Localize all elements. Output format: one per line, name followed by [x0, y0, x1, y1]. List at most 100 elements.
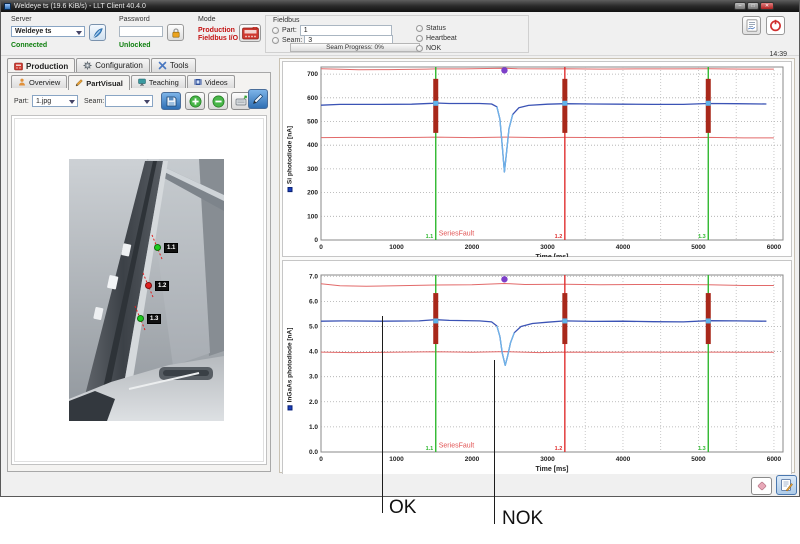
maximize-button[interactable]: □: [747, 2, 759, 10]
svg-text:100: 100: [307, 213, 318, 220]
car-frame-image: [69, 159, 224, 421]
pencil-icon: [75, 79, 83, 87]
toolbar-part-label: Part:: [14, 98, 29, 105]
weld-machine-icon: [242, 27, 259, 40]
chevron-down-icon: [69, 100, 75, 104]
title-bar: Weldeye ts (19.6 KiB/s) - LLT Client 40.…: [1, 1, 799, 12]
svg-text:1.0: 1.0: [309, 424, 318, 431]
minimize-button[interactable]: –: [734, 2, 746, 10]
password-group-label: Password: [119, 16, 150, 23]
svg-text:5000: 5000: [691, 456, 706, 463]
seam-marker-dot-1-1[interactable]: [154, 244, 161, 251]
clear-button[interactable]: [751, 477, 772, 495]
bottom-strip: [1, 474, 799, 496]
server-group-label: Server: [11, 16, 32, 23]
minus-icon: [212, 95, 225, 108]
nok-indicator: [416, 45, 423, 52]
server-connect-button[interactable]: [89, 24, 106, 41]
svg-text:700: 700: [307, 71, 318, 78]
svg-text:1000: 1000: [389, 456, 404, 463]
app-icon: [4, 3, 11, 10]
status-indicator: [416, 25, 423, 32]
fieldbus-group: Fieldbus Part: 1 Seam: 3 Seam Progress: …: [265, 15, 529, 53]
part-indicator: [272, 27, 279, 34]
save-button[interactable]: [161, 92, 181, 110]
chevron-down-icon: [144, 100, 150, 104]
tab-partvisual[interactable]: PartVisual: [68, 75, 130, 90]
tab-configuration[interactable]: Configuration: [76, 58, 150, 72]
si-photodiode-chart[interactable]: 1.11.21.3SeriesFault01002003004005006007…: [295, 63, 793, 257]
seam-marker-dot-1-3[interactable]: [137, 315, 144, 322]
series-legend-swatch: [288, 405, 293, 410]
series-legend-swatch: [288, 187, 293, 192]
charts-panel: Si photodiode [nA] 1.11.21.3SeriesFault0…: [279, 58, 795, 473]
floppy-icon: [166, 96, 177, 107]
svg-text:0: 0: [314, 237, 318, 244]
svg-text:SeriesFault: SeriesFault: [439, 442, 474, 449]
tab-teaching[interactable]: Teaching: [131, 75, 186, 88]
svg-text:0.0: 0.0: [309, 449, 318, 456]
svg-text:3000: 3000: [540, 244, 555, 251]
seam-select[interactable]: [105, 95, 153, 107]
clock: 14:39: [769, 51, 787, 58]
ok-annotation-line: [382, 316, 383, 513]
app-window: Weldeye ts (19.6 KiB/s) - LLT Client 40.…: [0, 0, 800, 497]
svg-text:200: 200: [307, 190, 318, 197]
svg-text:600: 600: [307, 95, 318, 102]
svg-text:5.0: 5.0: [309, 323, 318, 330]
svg-text:1000: 1000: [389, 244, 404, 251]
close-button[interactable]: ✕: [760, 2, 774, 10]
svg-text:6000: 6000: [767, 244, 782, 251]
svg-text:1.2: 1.2: [555, 234, 563, 240]
svg-text:SeriesFault: SeriesFault: [439, 230, 474, 237]
notepad-icon: [780, 478, 793, 492]
svg-text:3.0: 3.0: [309, 374, 318, 381]
password-lock-button[interactable]: [167, 24, 184, 41]
add-button[interactable]: [185, 92, 205, 110]
screenshot-root: Weldeye ts (19.6 KiB/s) - LLT Client 40.…: [0, 0, 800, 544]
server-select[interactable]: Weldeye ts: [11, 26, 85, 37]
main-tabstrip: Production Configuration Tools: [7, 58, 196, 73]
production-panel: Overview PartVisual Teaching: [7, 72, 271, 472]
seam-marker-label-1-2: 1.2: [155, 281, 169, 291]
tab-production[interactable]: Production: [7, 58, 75, 73]
svg-text:6000: 6000: [767, 456, 782, 463]
toolbar-seam-label: Seam:: [84, 98, 104, 105]
password-field[interactable]: [119, 26, 163, 37]
tab-overview[interactable]: Overview: [11, 75, 67, 88]
ingaas-photodiode-chart[interactable]: 1.11.21.3SeriesFault0.01.02.03.04.05.06.…: [295, 262, 793, 477]
report-button[interactable]: [742, 16, 761, 35]
mode-device-button[interactable]: [239, 24, 261, 42]
svg-text:1.3: 1.3: [698, 446, 706, 452]
tab-tools[interactable]: Tools: [151, 58, 196, 72]
partvisual-toolbar: Part: 1.jpg Seam:: [12, 94, 266, 112]
mode-group-label: Mode: [198, 16, 216, 23]
lock-icon: [170, 27, 182, 39]
seam-marker-dot-1-2[interactable]: [145, 282, 152, 289]
notes-button[interactable]: [776, 475, 797, 495]
part-image-select[interactable]: 1.jpg: [32, 95, 78, 107]
edit-button[interactable]: [248, 89, 268, 109]
chart-ingaas-photodiode: InGaAs photodiode [nA] 1.11.21.3SeriesFa…: [282, 260, 792, 477]
chart-si-photodiode: Si photodiode [nA] 1.11.21.3SeriesFault0…: [282, 61, 792, 257]
svg-text:300: 300: [307, 166, 318, 173]
svg-text:4000: 4000: [616, 244, 631, 251]
nok-label: NOK: [426, 45, 441, 52]
power-icon: [769, 19, 782, 32]
svg-text:0: 0: [319, 244, 323, 251]
production-icon: [14, 62, 23, 71]
tab-videos[interactable]: Videos: [187, 75, 235, 88]
shutdown-button[interactable]: [766, 16, 785, 35]
feather-icon: [92, 27, 104, 39]
remove-button[interactable]: [208, 92, 228, 110]
ok-annotation-label: OK: [389, 497, 416, 519]
seam-progress-text: Seam Progress: 0%: [326, 44, 384, 51]
mode-value: Production Fieldbus I/O: [198, 27, 238, 43]
chart1-ylabel: InGaAs photodiode [nA]: [287, 327, 294, 410]
svg-text:400: 400: [307, 142, 318, 149]
svg-text:2.0: 2.0: [309, 399, 318, 406]
part-image-panel: 1.1 1.2 1.3: [11, 115, 267, 465]
fieldbus-group-label: Fieldbus: [271, 17, 301, 24]
svg-text:1.1: 1.1: [426, 446, 434, 452]
nok-annotation-line: [494, 360, 495, 524]
